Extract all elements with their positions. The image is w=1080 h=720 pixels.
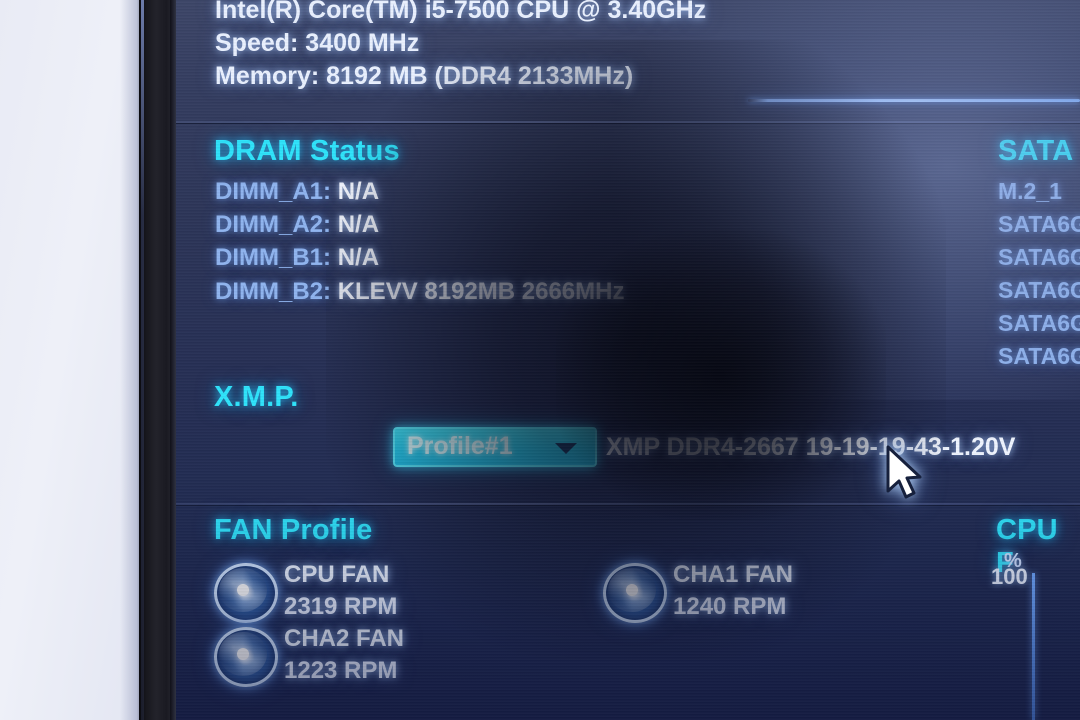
memory-size-text: Memory: 8192 MB (DDR4 2133MHz) [215,62,634,90]
fan-icon [214,627,278,687]
fan-name-label: CHA1 FAN [673,561,794,588]
dimm-a1-row: DIMM_A1: N/A [215,178,379,206]
fan-icon [603,563,667,623]
xmp-profile-value: Profile#1 [407,432,513,460]
fan-name-label: CHA2 FAN [284,625,405,652]
sata-port-5[interactable]: SATA6G [998,343,1080,370]
dimm-b1-label: DIMM_B1: [215,244,332,271]
dimm-b1-row: DIMM_B1: N/A [215,244,379,272]
cpu-model-text: Intel(R) Core(TM) i5-7500 CPU @ 3.40GHz [215,0,707,24]
fan-rpm-value: 2319 RPM [284,593,398,620]
dimm-a2-value: N/A [337,211,380,238]
dimm-b2-label: DIMM_B2: [215,278,332,305]
sata-port-3[interactable]: SATA6G [998,277,1080,304]
dimm-b2-value: KLEVV 8192MB 2666MHz [337,278,625,305]
chevron-down-icon [555,443,577,454]
fan-rpm-value: 1240 RPM [673,593,787,620]
sata-port-4[interactable]: SATA6G [998,310,1080,337]
xmp-timing-info: XMP DDR4-2667 19-19-19-43-1.20V [606,433,1016,461]
monitor-photo: Intel(R) Core(TM) i5-7500 CPU @ 3.40GHz … [0,0,1080,720]
bios-screen: Intel(R) Core(TM) i5-7500 CPU @ 3.40GHz … [176,0,1080,720]
sata-port-m2-1[interactable]: M.2_1 [998,178,1062,205]
section-divider-top [176,121,1080,123]
fan-rpm-value: 1223 RPM [284,657,398,684]
dimm-a1-label: DIMM_A1: [215,178,332,205]
dimm-b1-value: N/A [337,244,380,271]
cpu-chart-y-axis [1032,573,1035,720]
xmp-title: X.M.P. [214,381,299,413]
fan-icon [214,563,278,623]
sata-port-1[interactable]: SATA6G [998,211,1080,238]
mouse-pointer-icon [886,445,922,499]
cpu-speed-text: Speed: 3400 MHz [215,29,420,57]
dimm-a2-row: DIMM_A2: N/A [215,211,379,239]
sata-title: SATA [998,135,1074,167]
screen-shadow-core [556,230,886,520]
top-panel-underline [748,99,1080,102]
dimm-b2-row: DIMM_B2: KLEVV 8192MB 2666MHz [215,278,624,306]
dimm-a1-value: N/A [337,178,380,205]
sata-port-2[interactable]: SATA6G [998,244,1080,271]
fan-name-label: CPU FAN [284,561,390,588]
xmp-profile-dropdown[interactable]: Profile#1 [393,427,597,467]
section-divider-bottom [176,503,1080,505]
dram-status-title: DRAM Status [214,135,400,167]
fan-profile-title: FAN Profile [214,514,373,546]
bezel-highlight [141,0,144,720]
cpu-chart-max-tick: 100 [991,564,1028,589]
dimm-a2-label: DIMM_A2: [215,211,332,238]
